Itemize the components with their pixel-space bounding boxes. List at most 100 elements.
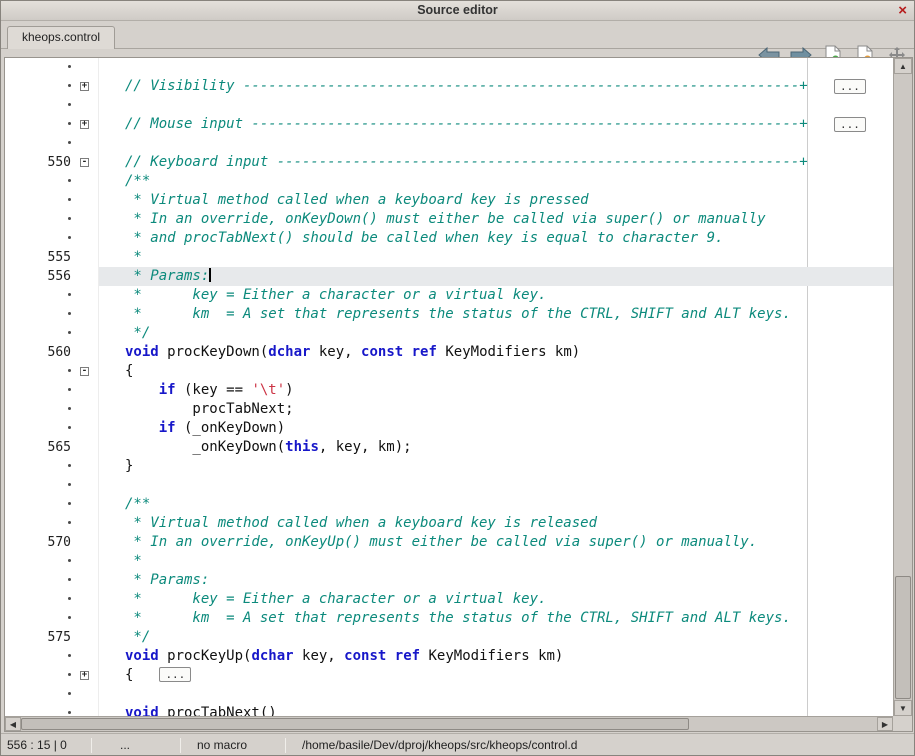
- horizontal-scroll-track[interactable]: [21, 717, 877, 731]
- line-dot: [5, 381, 77, 400]
- code-line[interactable]: 555 *: [5, 248, 893, 267]
- code-text: /**: [99, 495, 893, 514]
- code-line[interactable]: [5, 58, 893, 77]
- fold-column: +: [77, 115, 99, 134]
- code-line[interactable]: if (key == '\t'): [5, 381, 893, 400]
- window: Source editor × kheops.control: [0, 0, 915, 756]
- fold-column: +: [77, 77, 99, 96]
- code-text: * Virtual method called when a keyboard …: [99, 191, 893, 210]
- code-line[interactable]: void procKeyUp(dchar key, const ref KeyM…: [5, 647, 893, 666]
- code-line[interactable]: * Virtual method called when a keyboard …: [5, 191, 893, 210]
- code-text: *: [99, 552, 893, 571]
- close-icon[interactable]: ×: [898, 1, 907, 20]
- fold-collapse-icon[interactable]: -: [80, 367, 89, 376]
- code-line[interactable]: * key = Either a character or a virtual …: [5, 286, 893, 305]
- code-text: */: [99, 324, 893, 343]
- fold-expand-icon[interactable]: +: [80, 82, 89, 91]
- code-text: * Params:: [99, 571, 893, 590]
- code-line[interactable]: * Params:: [5, 571, 893, 590]
- code-text: // Visibility --------------------------…: [99, 77, 893, 96]
- code-line[interactable]: + {...: [5, 666, 893, 685]
- fold-expand-icon[interactable]: +: [80, 120, 89, 129]
- code-line[interactable]: if (_onKeyDown): [5, 419, 893, 438]
- code-text: * In an override, onKeyUp() must either …: [99, 533, 893, 552]
- fold-column: [77, 514, 99, 533]
- fold-column: [77, 134, 99, 153]
- caret-position: 556 : 15 | 0: [1, 738, 91, 752]
- line-dot: [5, 77, 77, 96]
- tab-kheops-control[interactable]: kheops.control: [7, 26, 115, 49]
- code-line[interactable]: 575 */: [5, 628, 893, 647]
- code-line[interactable]: * Virtual method called when a keyboard …: [5, 514, 893, 533]
- fold-collapse-icon[interactable]: -: [80, 158, 89, 167]
- scroll-left-button[interactable]: ◀: [5, 717, 21, 731]
- scroll-down-button[interactable]: ▼: [894, 700, 912, 716]
- code-line[interactable]: 565 _onKeyDown(this, key, km);: [5, 438, 893, 457]
- code-line[interactable]: void procTabNext(): [5, 704, 893, 716]
- titlebar[interactable]: Source editor ×: [1, 1, 914, 21]
- arrow-left-icon: ◀: [10, 720, 16, 729]
- code-editor[interactable]: + // Visibility -------------------------…: [5, 58, 893, 716]
- fold-column: [77, 248, 99, 267]
- code-line[interactable]: }: [5, 457, 893, 476]
- vertical-scrollbar[interactable]: ▲ ▼: [893, 58, 912, 716]
- code-line[interactable]: [5, 96, 893, 115]
- code-line[interactable]: * km = A set that represents the status …: [5, 609, 893, 628]
- code-line[interactable]: + // Visibility -------------------------…: [5, 77, 893, 96]
- folded-code-ellipsis[interactable]: ...: [834, 79, 866, 94]
- code-line[interactable]: 556 * Params:: [5, 267, 893, 286]
- fold-column: [77, 590, 99, 609]
- line-dot: [5, 172, 77, 191]
- code-line[interactable]: */: [5, 324, 893, 343]
- code-line[interactable]: * and procTabNext() should be called whe…: [5, 229, 893, 248]
- fold-expand-icon[interactable]: +: [80, 671, 89, 680]
- code-line[interactable]: * key = Either a character or a virtual …: [5, 590, 893, 609]
- code-text: [99, 134, 893, 153]
- horizontal-scrollbar[interactable]: ◀ ▶: [5, 716, 893, 731]
- code-text: * Virtual method called when a keyboard …: [99, 514, 893, 533]
- code-line[interactable]: * km = A set that represents the status …: [5, 305, 893, 324]
- code-line[interactable]: * In an override, onKeyDown() must eithe…: [5, 210, 893, 229]
- line-dot: [5, 647, 77, 666]
- code-text: void procTabNext(): [99, 704, 893, 716]
- code-line[interactable]: [5, 476, 893, 495]
- code-line[interactable]: -{: [5, 362, 893, 381]
- folded-code-ellipsis[interactable]: ...: [159, 667, 191, 682]
- fold-column: [77, 286, 99, 305]
- fold-column: [77, 400, 99, 419]
- code-line[interactable]: /**: [5, 172, 893, 191]
- code-text: void procKeyUp(dchar key, const ref KeyM…: [99, 647, 893, 666]
- horizontal-scroll-thumb[interactable]: [21, 718, 689, 730]
- line-dot: [5, 324, 77, 343]
- fold-column: [77, 476, 99, 495]
- code-line[interactable]: 570 * In an override, onKeyUp() must eit…: [5, 533, 893, 552]
- code-text: [99, 476, 893, 495]
- line-dot: [5, 400, 77, 419]
- code-line[interactable]: 560void procKeyDown(dchar key, const ref…: [5, 343, 893, 362]
- fold-column: [77, 685, 99, 704]
- code-line[interactable]: 550-// Keyboard input ------------------…: [5, 153, 893, 172]
- code-line[interactable]: *: [5, 552, 893, 571]
- code-text: * key = Either a character or a virtual …: [99, 286, 893, 305]
- code-line[interactable]: + // Mouse input ------------------------…: [5, 115, 893, 134]
- scrollbar-corner: [893, 716, 912, 731]
- code-text: // Mouse input -------------------------…: [99, 115, 893, 134]
- editor-frame: + // Visibility -------------------------…: [4, 57, 913, 732]
- code-line[interactable]: procTabNext;: [5, 400, 893, 419]
- code-line[interactable]: /**: [5, 495, 893, 514]
- code-line[interactable]: [5, 685, 893, 704]
- line-number: 560: [5, 343, 77, 362]
- folded-code-ellipsis[interactable]: ...: [834, 117, 866, 132]
- vertical-scroll-track[interactable]: [894, 74, 912, 700]
- line-dot: [5, 115, 77, 134]
- scroll-right-button[interactable]: ▶: [877, 717, 893, 731]
- line-dot: [5, 457, 77, 476]
- code-line[interactable]: [5, 134, 893, 153]
- code-text: */: [99, 628, 893, 647]
- vertical-scroll-thumb[interactable]: [895, 576, 911, 699]
- line-dot: [5, 704, 77, 716]
- line-number: 570: [5, 533, 77, 552]
- code-text: {...: [99, 666, 893, 685]
- scroll-up-button[interactable]: ▲: [894, 58, 912, 74]
- code-lines: + // Visibility -------------------------…: [5, 58, 893, 716]
